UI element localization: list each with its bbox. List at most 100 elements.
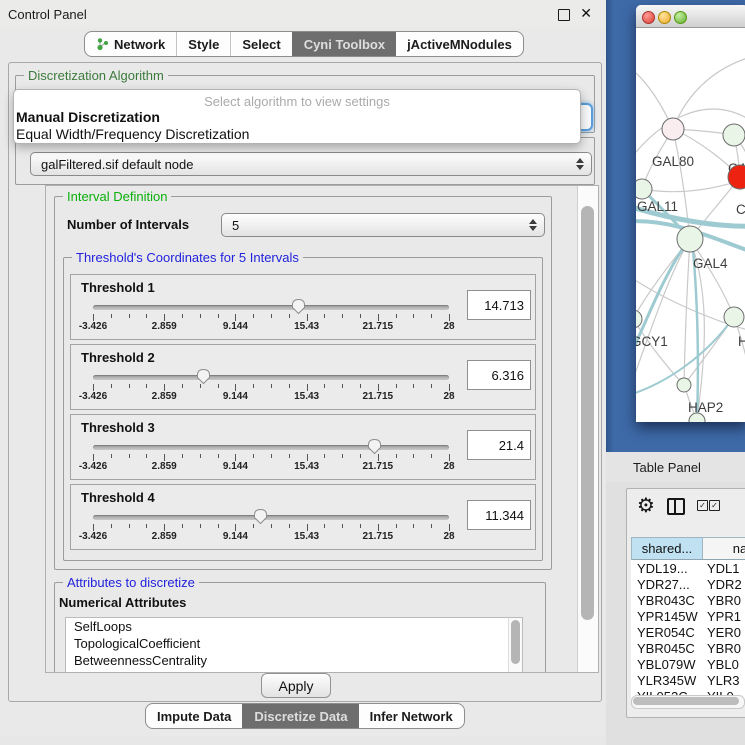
- slider-thumb-icon[interactable]: [196, 368, 211, 385]
- checkbox-icon[interactable]: ✓: [697, 500, 708, 511]
- attributes-list[interactable]: SelfLoopsTopologicalCoefficientBetweenne…: [65, 617, 523, 673]
- network-edge[interactable]: [673, 56, 745, 129]
- scrollbar-thumb[interactable]: [581, 206, 594, 620]
- network-node[interactable]: [677, 378, 691, 392]
- table-row[interactable]: YPR145WYPR1: [631, 608, 745, 624]
- tick-label: 15.43: [294, 461, 319, 472]
- cell-shared-name[interactable]: YBL079W: [631, 656, 701, 672]
- network-graph-canvas[interactable]: GAL80GACGAL11GAL4GCY1HHAP2: [636, 28, 745, 422]
- attribute-list-item[interactable]: SelfLoops: [66, 618, 522, 635]
- dropdown-item-manual-discretization[interactable]: Manual Discretization: [16, 109, 160, 125]
- attributes-list-scrollbar[interactable]: [508, 618, 522, 673]
- slider-thumb-icon[interactable]: [291, 298, 306, 315]
- tab-infer-network[interactable]: Infer Network: [359, 704, 464, 728]
- dropdown-item-equal-width[interactable]: Equal Width/Frequency Discretization: [16, 126, 249, 142]
- zoom-traffic-light-icon[interactable]: [674, 11, 687, 24]
- column-settings-icon[interactable]: [667, 498, 685, 515]
- table-row[interactable]: YBL079WYBL0: [631, 656, 745, 672]
- attribute-list-item[interactable]: BetweennessCentrality: [66, 652, 522, 669]
- gear-icon[interactable]: ⚙: [637, 493, 655, 517]
- cell-shared-name[interactable]: YDL19...: [631, 560, 701, 576]
- cell-name[interactable]: YPR1: [701, 608, 745, 624]
- numerical-attributes-label: Numerical Attributes: [59, 595, 186, 610]
- threshold-value-field[interactable]: 14.713: [467, 290, 531, 320]
- tick-label: 28: [443, 391, 454, 402]
- network-node[interactable]: [636, 310, 642, 328]
- cell-shared-name[interactable]: YBR043C: [631, 592, 701, 608]
- tab-select[interactable]: Select: [230, 32, 291, 56]
- threshold-value-field[interactable]: 21.4: [467, 430, 531, 460]
- cell-shared-name[interactable]: YDR27...: [631, 576, 701, 592]
- threshold-label: Threshold 4: [81, 490, 155, 505]
- cell-name[interactable]: YDR2: [701, 576, 745, 592]
- slider-tick-labels: -3.4262.8599.14415.4321.71528: [93, 321, 449, 333]
- tick-label: 9.144: [223, 321, 248, 332]
- settings-scrollbar[interactable]: [577, 186, 598, 672]
- cell-name[interactable]: YBR0: [701, 640, 745, 656]
- network-node[interactable]: [723, 124, 745, 146]
- cell-name[interactable]: YER0: [701, 624, 745, 640]
- table-row[interactable]: YER054CYER0: [631, 624, 745, 640]
- number-of-intervals-combo[interactable]: 5: [221, 213, 545, 237]
- slider-ticks: [93, 524, 449, 531]
- close-traffic-light-icon[interactable]: [642, 11, 655, 24]
- tick-label: -3.426: [79, 461, 107, 472]
- cell-name[interactable]: YDL1: [701, 560, 745, 576]
- close-icon[interactable]: ✕: [580, 5, 592, 22]
- minimize-traffic-light-icon[interactable]: [658, 11, 671, 24]
- slider-thumb-icon[interactable]: [367, 438, 382, 455]
- network-node[interactable]: [662, 118, 684, 140]
- tab-discretize-data[interactable]: Discretize Data: [242, 704, 358, 728]
- tab-label: Select: [242, 37, 280, 52]
- threshold-slider[interactable]: [93, 305, 449, 310]
- table-row[interactable]: YDR27...YDR2: [631, 576, 745, 592]
- tab-cyni-toolbox[interactable]: Cyni Toolbox: [292, 32, 396, 56]
- tab-network[interactable]: Network: [85, 32, 176, 56]
- table-horizontal-scrollbar[interactable]: [631, 695, 745, 709]
- network-node[interactable]: [724, 307, 744, 327]
- column-header-name[interactable]: na: [703, 538, 745, 559]
- apply-button[interactable]: Apply: [261, 673, 331, 698]
- network-node[interactable]: [677, 226, 703, 252]
- table-row[interactable]: YBR043CYBR0: [631, 592, 745, 608]
- table-row[interactable]: YDL19...YDL1: [631, 560, 745, 576]
- network-node-label: GAL11: [637, 199, 678, 214]
- tick-label: 21.715: [363, 321, 394, 332]
- tab-label: Discretize Data: [254, 709, 347, 724]
- cell-shared-name[interactable]: YLR345W: [631, 672, 701, 688]
- cell-name[interactable]: YLR3: [701, 672, 745, 688]
- cell-name[interactable]: YBL0: [701, 656, 745, 672]
- column-header-shared[interactable]: shared...: [632, 538, 703, 559]
- cell-shared-name[interactable]: YPR145W: [631, 608, 701, 624]
- number-of-intervals-label: Number of Intervals: [67, 217, 189, 232]
- number-of-intervals-value: 5: [232, 218, 239, 233]
- threshold-slider[interactable]: [93, 515, 449, 520]
- float-window-icon[interactable]: [558, 9, 570, 21]
- table-row[interactable]: YBR045CYBR0: [631, 640, 745, 656]
- threshold-slider[interactable]: [93, 375, 449, 380]
- table-data-combo[interactable]: galFiltered.sif default node: [30, 152, 592, 176]
- table-row[interactable]: YLR345WYLR3: [631, 672, 745, 688]
- threshold-value-field[interactable]: 11.344: [467, 500, 531, 530]
- tab-jactivemnodules[interactable]: jActiveMNodules: [396, 32, 523, 56]
- attribute-list-item[interactable]: TopologicalCoefficient: [66, 635, 522, 652]
- settings-scroll-viewport: Interval Definition Number of Intervals …: [45, 185, 599, 673]
- tab-impute-data[interactable]: Impute Data: [146, 704, 242, 728]
- tick-label: 28: [443, 461, 454, 472]
- node-attribute-table[interactable]: shared... na YDL19...YDL1YDR27...YDR2YBR…: [631, 537, 745, 704]
- group-title: Threshold's Coordinates for 5 Intervals: [72, 250, 303, 265]
- threshold-panel: Threshold 4-3.4262.8599.14415.4321.71528…: [70, 484, 536, 550]
- threshold-slider[interactable]: [93, 445, 449, 450]
- slider-thumb-icon[interactable]: [253, 508, 268, 525]
- threshold-value-field[interactable]: 6.316: [467, 360, 531, 390]
- network-node[interactable]: [636, 179, 652, 199]
- combo-stepper-icon: [529, 219, 537, 231]
- tick-label: 21.715: [363, 531, 394, 542]
- cell-shared-name[interactable]: YER054C: [631, 624, 701, 640]
- cell-name[interactable]: YBR0: [701, 592, 745, 608]
- table-panel-body: ⚙ ✓ ✓ shared... na YDL19...YDL1YDR27...Y…: [626, 488, 745, 718]
- algorithm-dropdown-popup: Select algorithm to view settings Manual…: [13, 89, 581, 144]
- checkbox-icon[interactable]: ✓: [709, 500, 720, 511]
- cell-shared-name[interactable]: YBR045C: [631, 640, 701, 656]
- tab-style[interactable]: Style: [176, 32, 230, 56]
